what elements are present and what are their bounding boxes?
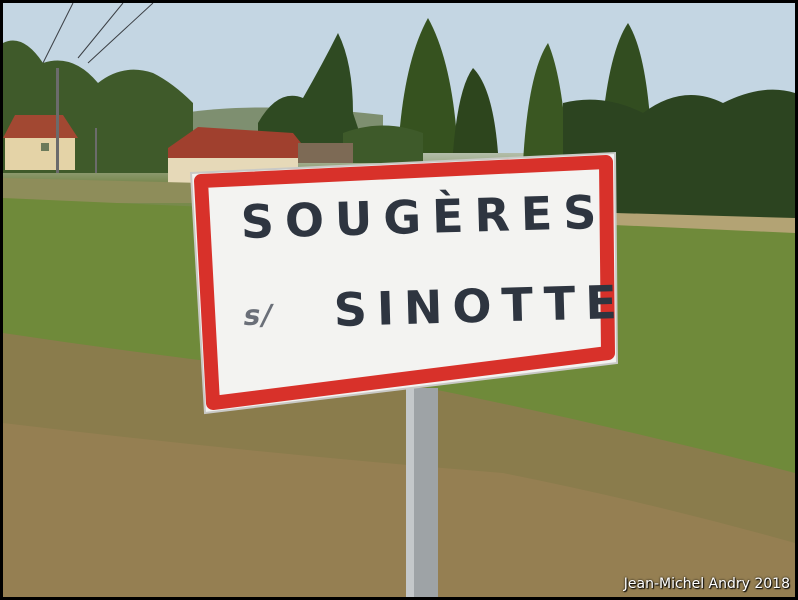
- utility-pole-2: [95, 128, 97, 173]
- sign-pole-highlight: [406, 388, 414, 597]
- photo-frame: SOUGÈRES s/ SINOTTE Jean-Michel Andry 20…: [0, 0, 798, 600]
- photo-credit: Jean-Michel Andry 2018: [623, 576, 790, 592]
- sign-line-2: SINOTTE: [333, 274, 628, 337]
- house-left-window: [41, 143, 49, 151]
- bushes-center: [343, 125, 423, 163]
- photo: SOUGÈRES s/ SINOTTE: [3, 3, 795, 597]
- house-annex: [298, 143, 353, 163]
- utility-pole: [56, 68, 59, 173]
- house-left: [5, 138, 75, 170]
- sign-line-1: SOUGÈRES: [240, 184, 609, 249]
